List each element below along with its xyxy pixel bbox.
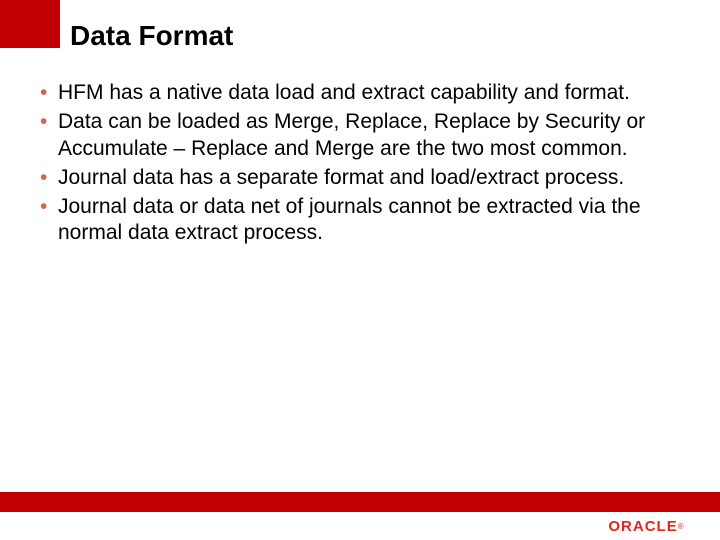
slide: Data Format HFM has a native data load a… [0, 0, 720, 540]
list-item: Journal data or data net of journals can… [38, 194, 680, 248]
list-item: Data can be loaded as Merge, Replace, Re… [38, 109, 680, 163]
footer-bar [0, 492, 720, 512]
slide-content: HFM has a native data load and extract c… [38, 80, 680, 249]
brand-logo-text: ORACLE [608, 518, 677, 535]
bullet-list: HFM has a native data load and extract c… [38, 80, 680, 247]
registered-icon: ® [678, 522, 684, 531]
brand-logo: ORACLE® [596, 516, 696, 536]
accent-block [0, 0, 60, 48]
list-item: HFM has a native data load and extract c… [38, 80, 680, 107]
list-item: Journal data has a separate format and l… [38, 165, 680, 192]
slide-title: Data Format [70, 20, 233, 52]
